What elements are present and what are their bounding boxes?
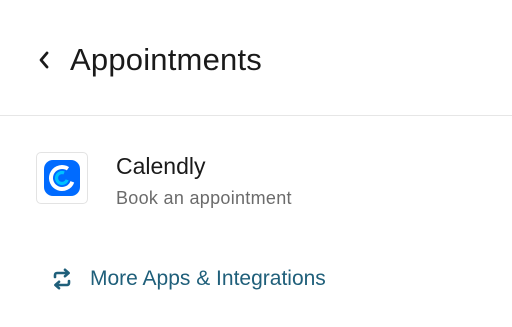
app-description: Book an appointment <box>116 188 292 208</box>
panel-header: Appointments <box>0 0 512 116</box>
more-apps-link[interactable]: More Apps & Integrations <box>50 264 326 294</box>
sync-arrows-icon <box>50 267 74 291</box>
more-apps-label: More Apps & Integrations <box>90 267 326 290</box>
page-title: Appointments <box>70 42 262 77</box>
calendly-logo <box>36 152 88 204</box>
appointments-panel: Appointments Calendly Book an appointmen… <box>0 0 512 327</box>
back-button[interactable] <box>30 46 58 74</box>
app-item-calendly[interactable]: Calendly Book an appointment <box>36 152 456 212</box>
calendly-icon <box>44 160 80 196</box>
app-name: Calendly <box>116 153 206 179</box>
chevron-left-icon <box>39 51 49 69</box>
